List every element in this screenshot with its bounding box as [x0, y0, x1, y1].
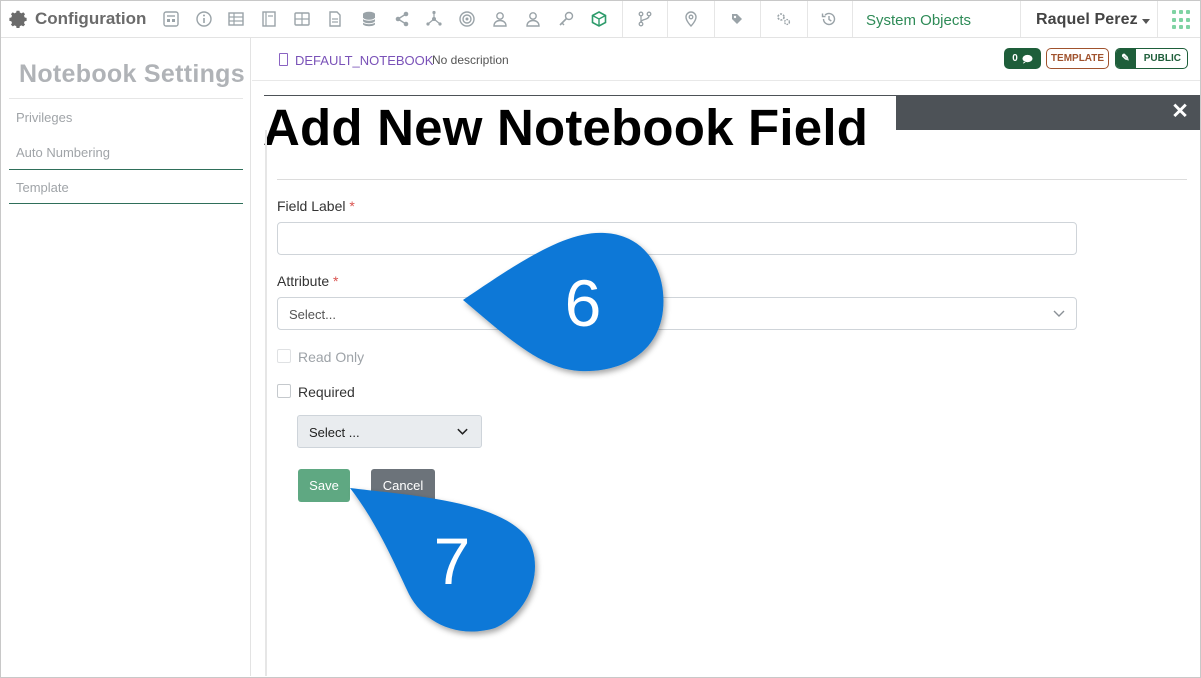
attribute-select-placeholder: Select...	[289, 307, 336, 322]
comments-badge[interactable]: 0	[1004, 48, 1041, 69]
sidebar-title: Notebook Settings	[19, 60, 245, 88]
chevron-down-icon	[457, 428, 468, 435]
close-icon[interactable]: ✕	[1170, 101, 1190, 123]
required-label: Required	[298, 384, 355, 400]
comment-icon	[1022, 54, 1033, 64]
field-label-label: Field Label *	[277, 198, 355, 214]
key-icon[interactable]	[557, 10, 575, 28]
toolbar-separator	[1157, 1, 1158, 37]
required-checkbox[interactable]	[277, 384, 291, 398]
table-icon[interactable]	[227, 10, 245, 28]
read-only-checkbox[interactable]	[277, 349, 291, 363]
toolbar-separator	[622, 1, 623, 37]
field-label-text: Field Label	[277, 198, 346, 214]
comment-count: 0	[1012, 53, 1018, 64]
notebook-header: DEFAULT_NOTEBOOK No description 0 TEMPLA…	[252, 38, 1200, 81]
cube-icon[interactable]	[590, 10, 608, 28]
sidebar-active-border	[9, 169, 243, 170]
network-icon[interactable]	[425, 10, 443, 28]
toolbar-separator	[807, 1, 808, 37]
share-icon[interactable]	[393, 10, 411, 28]
brand-label: Configuration	[35, 9, 147, 28]
required-condition-value: Select ...	[309, 425, 360, 440]
public-badge[interactable]: ✎ PUBLIC	[1115, 48, 1188, 69]
grid-icon[interactable]	[293, 10, 311, 28]
required-marker: *	[333, 273, 339, 289]
attribute-select[interactable]: Select...	[277, 297, 1077, 330]
required-condition-select[interactable]: Select ...	[297, 415, 482, 448]
notebook-icon	[279, 53, 288, 66]
modal-title: Add New Notebook Field	[263, 99, 869, 156]
info-icon[interactable]	[195, 10, 213, 28]
tag-icon[interactable]	[728, 10, 746, 28]
chevron-down-icon	[1053, 310, 1065, 317]
branch-icon[interactable]	[636, 10, 654, 28]
callout-6-number: 6	[564, 266, 602, 340]
book-icon[interactable]	[260, 10, 278, 28]
pencil-icon: ✎	[1116, 49, 1136, 68]
user-menu[interactable]: Raquel Perez	[1036, 11, 1138, 29]
modal-body-edge	[265, 130, 267, 676]
top-toolbar: Configuration System Objects Raquel Pere…	[1, 1, 1200, 38]
settings-sidebar: Notebook Settings Privileges Auto Number…	[1, 38, 251, 676]
toolbar-separator	[714, 1, 715, 37]
sidebar-item-privileges[interactable]: Privileges	[16, 110, 72, 125]
calculator-icon[interactable]	[162, 10, 180, 28]
apps-icon[interactable]	[1172, 10, 1192, 30]
brand[interactable]: Configuration	[7, 7, 146, 31]
sidebar-item-template[interactable]: Template	[16, 180, 69, 195]
attribute-label: Attribute *	[277, 273, 338, 289]
notebook-description: No description	[432, 53, 509, 67]
read-only-label: Read Only	[298, 349, 365, 365]
toolbar-separator	[852, 1, 853, 37]
sidebar-active-border	[9, 203, 243, 204]
sidebar-item-auto-numbering[interactable]: Auto Numbering	[16, 145, 110, 160]
template-badge: TEMPLATE	[1046, 48, 1109, 69]
users-icon[interactable]	[491, 10, 509, 28]
location-icon[interactable]	[682, 10, 700, 28]
callout-7-number: 7	[433, 524, 471, 598]
toolbar-separator	[760, 1, 761, 37]
chevron-down-icon[interactable]	[1142, 19, 1150, 24]
cogs-icon[interactable]	[774, 10, 792, 28]
user-icon[interactable]	[524, 10, 542, 28]
required-marker: *	[349, 198, 355, 214]
system-objects-link[interactable]: System Objects	[866, 12, 971, 29]
document-icon[interactable]	[326, 10, 344, 28]
history-icon[interactable]	[820, 10, 838, 28]
save-button[interactable]: Save	[298, 469, 350, 502]
toolbar-separator	[667, 1, 668, 37]
sidebar-divider	[9, 98, 243, 99]
field-label-input[interactable]	[277, 222, 1077, 255]
database-icon[interactable]	[360, 10, 378, 28]
public-label: PUBLIC	[1143, 53, 1181, 64]
gear-icon	[9, 10, 27, 28]
badge-icon[interactable]	[458, 10, 476, 28]
toolbar-separator	[1020, 1, 1021, 37]
notebook-name[interactable]: DEFAULT_NOTEBOOK	[295, 53, 433, 68]
modal-divider	[277, 179, 1187, 180]
attribute-text: Attribute	[277, 273, 330, 289]
